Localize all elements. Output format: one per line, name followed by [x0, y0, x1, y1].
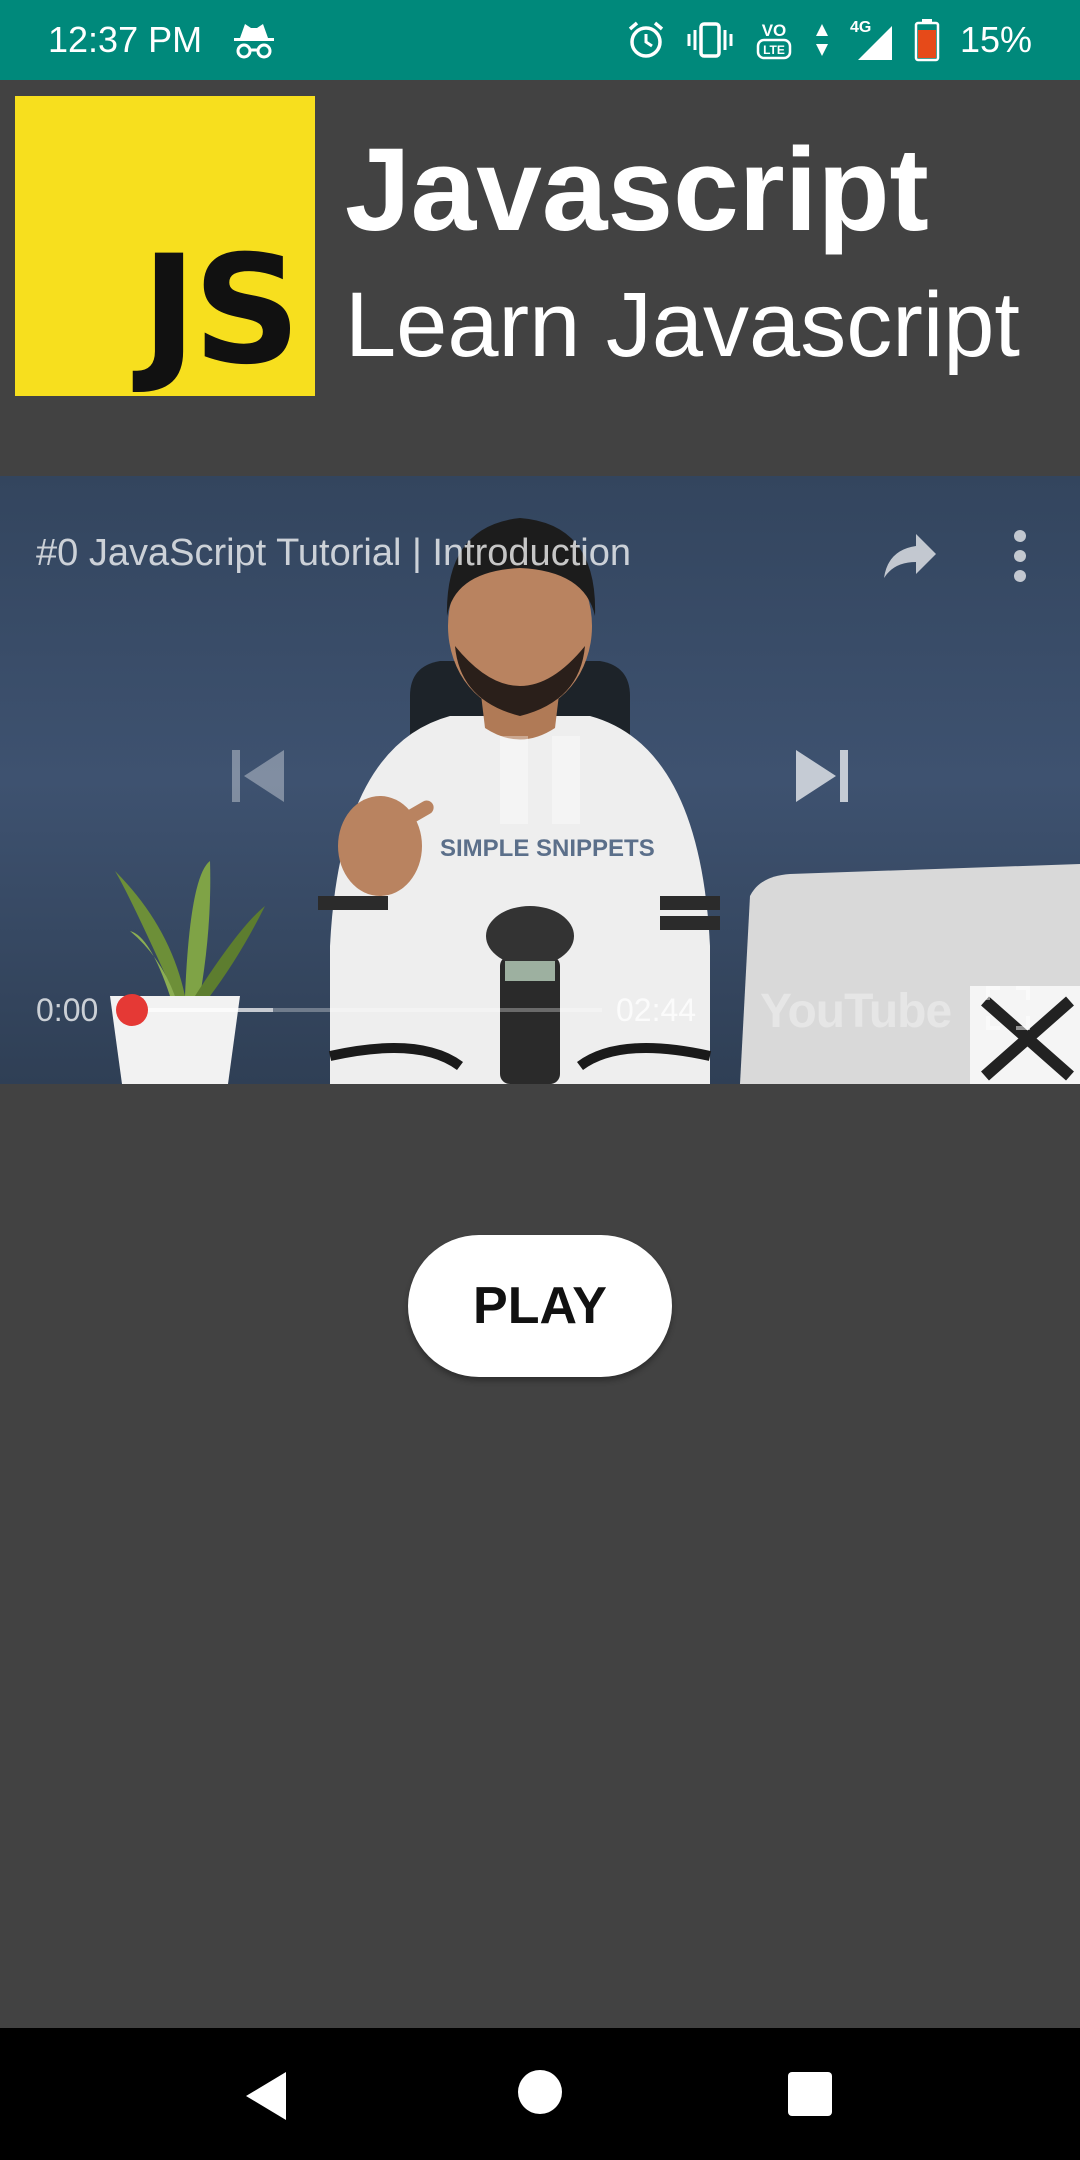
current-time: 0:00: [36, 992, 99, 1028]
volte-icon: VO LTE: [754, 18, 794, 62]
play-button[interactable]: PLAY: [408, 1235, 672, 1377]
previous-icon[interactable]: [226, 744, 290, 808]
data-arrows-icon: [814, 22, 830, 58]
js-logo: JS: [15, 96, 315, 396]
vibrate-icon: [686, 20, 734, 60]
seek-thumb[interactable]: [116, 994, 148, 1026]
app-subtitle: Learn Javascript: [345, 274, 1020, 376]
back-icon[interactable]: [240, 2068, 296, 2124]
seek-bar[interactable]: [116, 994, 602, 1026]
share-icon[interactable]: [880, 528, 940, 584]
incognito-icon: [232, 20, 276, 60]
battery-icon: [914, 18, 940, 62]
buffered-fill: [132, 1008, 273, 1012]
js-logo-text: JS: [141, 224, 301, 398]
home-icon[interactable]: [516, 2068, 564, 2116]
fullscreen-icon[interactable]: [984, 984, 1032, 1032]
svg-text:SIMPLE SNIPPETS: SIMPLE SNIPPETS: [440, 835, 655, 862]
navigation-bar: [0, 2028, 1080, 2160]
status-bar: 12:37 PM VO LTE 4G 15%: [0, 0, 1080, 80]
status-time: 12:37 PM: [48, 19, 203, 60]
app-title: Javascript: [345, 124, 929, 256]
signal-icon: 4G: [850, 18, 894, 62]
youtube-video-player[interactable]: SIMPLE SNIPPETS #0 JavaScript Tutorial |…: [0, 476, 1080, 1084]
alarm-icon: [626, 20, 666, 60]
svg-text:LTE: LTE: [763, 43, 785, 57]
next-icon[interactable]: [790, 744, 854, 808]
svg-text:4G: 4G: [850, 19, 871, 36]
video-title: #0 JavaScript Tutorial | Introduction: [36, 532, 631, 574]
youtube-watermark: YouTube: [760, 985, 952, 1038]
battery-percent: 15%: [959, 19, 1032, 60]
recents-icon[interactable]: [786, 2070, 834, 2118]
video-duration: 02:44: [616, 992, 697, 1028]
app-header: JS Javascript Learn Javascript: [0, 80, 1080, 476]
pause-icon[interactable]: [496, 732, 584, 828]
svg-text:VO: VO: [762, 21, 787, 40]
more-options-icon[interactable]: [1000, 524, 1040, 588]
